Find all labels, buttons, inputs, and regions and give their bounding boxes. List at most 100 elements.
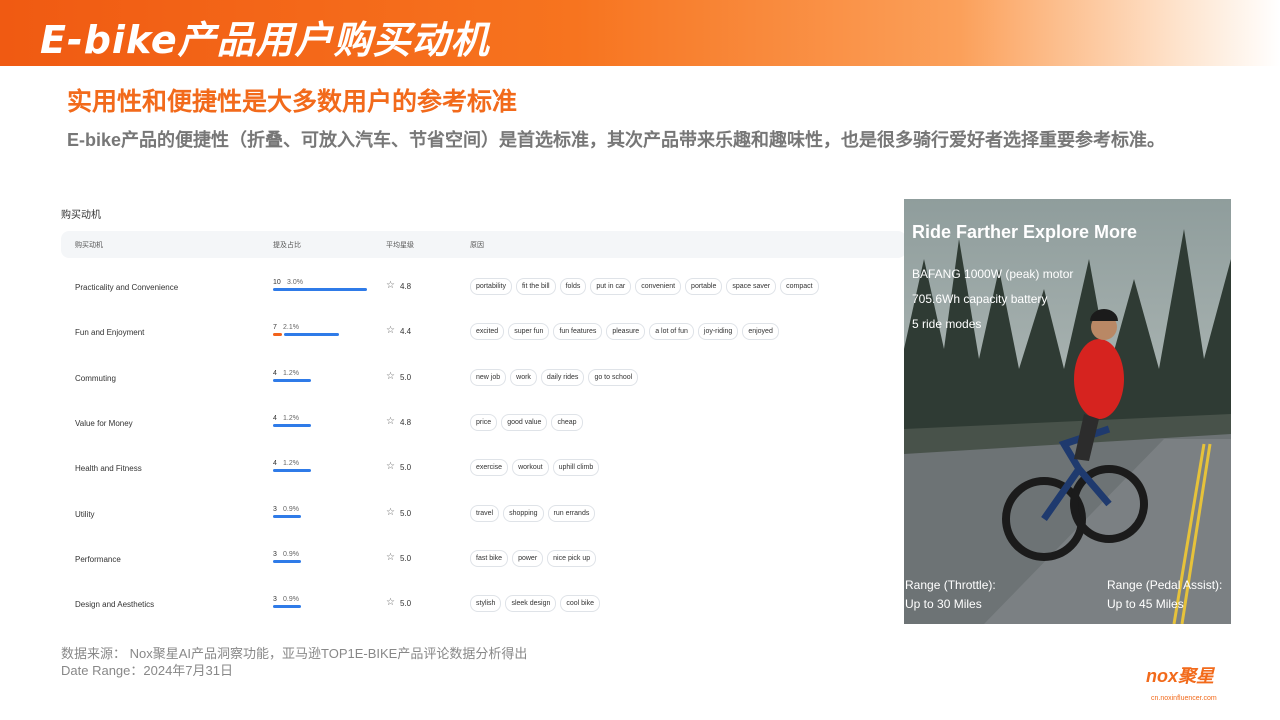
reason-tag[interactable]: space saver: [726, 278, 777, 295]
headline: 实用性和便捷性是大多数用户的参考标准: [67, 88, 518, 116]
reason-tag[interactable]: super fun: [508, 323, 550, 341]
motive-name: Health and Fitness: [75, 464, 142, 474]
reason-tag[interactable]: fit the bill: [515, 278, 556, 295]
reason-tag[interactable]: put in car: [590, 278, 632, 295]
reason-tag[interactable]: portability: [470, 278, 512, 295]
average-rating: 5.0: [400, 508, 412, 518]
average-rating: 4.8: [400, 417, 412, 427]
reason-tag[interactable]: exercise: [470, 459, 509, 477]
reason-tag[interactable]: excited: [470, 323, 505, 341]
table-row[interactable]: Design and Aesthetics 3 0.9% ☆ 5.0 stylish sle…: [61, 580, 906, 625]
motive-name: Fun and Enjoyment: [75, 328, 145, 338]
reason-tag[interactable]: workout: [512, 459, 549, 477]
column-header-rating: 平均星级: [386, 242, 414, 249]
ebike-rider-illustration: [904, 199, 1231, 624]
share-bar: [273, 469, 311, 473]
reason-tag[interactable]: pleasure: [606, 323, 646, 341]
reason-tag[interactable]: cool bike: [560, 595, 601, 613]
star-icon: ☆: [386, 506, 395, 518]
mention-count: 3: [273, 550, 277, 558]
reason-tag[interactable]: shopping: [503, 504, 544, 522]
motive-name: Design and Aesthetics: [75, 600, 155, 610]
mention-percent: 2.1%: [283, 324, 299, 332]
mention-percent: 1.2%: [283, 460, 299, 468]
reason-tag[interactable]: work: [510, 368, 537, 386]
share-bar: [273, 605, 301, 609]
reason-tag[interactable]: portable: [685, 278, 723, 295]
table-row[interactable]: Commuting 4 1.2% ☆ 5.0 new job work daily rides…: [61, 354, 906, 399]
reason-tags: excited super fun fun features pleasure a lo…: [470, 323, 779, 341]
reason-tag[interactable]: a lot of fun: [649, 323, 694, 341]
reason-tags: price good value cheap: [470, 413, 583, 431]
star-icon: ☆: [386, 370, 395, 382]
mention-count: 4: [273, 414, 277, 422]
mention-count: 10: [273, 279, 281, 286]
motive-name: Practicality and Convenience: [75, 283, 179, 292]
share-bar: [273, 559, 301, 563]
reason-tags: exercise workout uphill climb: [470, 459, 600, 477]
mention-count: 3: [273, 596, 277, 604]
star-icon: ☆: [386, 325, 395, 337]
logo-url: cn.noxinfluencer.com: [1151, 695, 1217, 702]
reason-tag[interactable]: folds: [559, 278, 587, 295]
star-icon: ☆: [386, 597, 395, 609]
reason-tag[interactable]: go to school: [588, 368, 639, 386]
reason-tag[interactable]: daily rides: [540, 368, 585, 386]
table-row[interactable]: Utility 3 0.9% ☆ 5.0 travel shopping run errand…: [61, 490, 906, 535]
mention-count: 4: [273, 460, 277, 468]
star-icon: ☆: [386, 280, 395, 291]
share-bar: [273, 288, 367, 291]
reason-tag[interactable]: nice pick up: [547, 549, 597, 567]
reason-tag[interactable]: convenient: [635, 278, 682, 295]
nox-logo: nox聚星 cn.noxinfluencer.com: [1146, 662, 1236, 706]
reason-tag[interactable]: compact: [780, 278, 819, 295]
reason-tag[interactable]: cheap: [551, 413, 583, 431]
section-title: 购买动机: [61, 210, 101, 221]
reason-tag[interactable]: uphill climb: [552, 459, 600, 477]
reason-tag[interactable]: stylish: [470, 595, 502, 613]
reason-tag[interactable]: enjoyed: [742, 323, 779, 341]
average-rating: 5.0: [400, 463, 412, 473]
reason-tags: new job work daily rides go to school: [470, 368, 639, 386]
subline: E-bike产品的便捷性（折叠、可放入汽车、节省空间）是首选标准，其次产品带来乐…: [67, 130, 1166, 150]
reason-tag[interactable]: run errands: [547, 504, 596, 522]
reason-tag[interactable]: new job: [470, 368, 507, 386]
reason-tag[interactable]: travel: [470, 504, 500, 522]
mention-percent: 0.9%: [283, 550, 299, 558]
logo-mark: nox聚星: [1146, 666, 1215, 686]
mention-percent: 1.2%: [283, 369, 299, 377]
motive-name: Performance: [75, 554, 121, 564]
mention-percent: 3.0%: [287, 279, 303, 286]
share-bar: [284, 333, 339, 337]
average-rating: 5.0: [400, 553, 412, 563]
reason-tag[interactable]: fast bike: [470, 549, 509, 567]
reason-tags: portability fit the bill folds put in car co…: [470, 278, 819, 295]
share-bar: [273, 423, 311, 427]
table-row[interactable]: Performance 3 0.9% ☆ 5.0 fast bike power nice p…: [61, 535, 906, 580]
reason-tag[interactable]: good value: [501, 413, 548, 431]
table-row[interactable]: Fun and Enjoyment 7 2.1% ☆ 4.4 excited super f…: [61, 308, 906, 353]
motive-name: Commuting: [75, 373, 116, 383]
range-pedal: Range (Pedal Assist): Up to 45 Miles: [1107, 576, 1222, 614]
share-bar: [273, 514, 301, 518]
table-row[interactable]: Value for Money 4 1.2% ☆ 4.8 price good value c…: [61, 399, 906, 444]
reason-tag[interactable]: sleek design: [505, 595, 557, 613]
reason-tag[interactable]: fun features: [553, 323, 603, 341]
table-row[interactable]: Practicality and Convenience 10 3.0% ☆ 4.8 po…: [61, 263, 906, 308]
reason-tags: stylish sleek design cool bike: [470, 595, 601, 613]
mention-count: 7: [273, 324, 277, 332]
column-header-reasons: 原因: [470, 242, 484, 249]
average-rating: 4.4: [400, 327, 412, 337]
motive-name: Value for Money: [75, 418, 133, 428]
share-bar: [273, 378, 311, 382]
reason-tag[interactable]: price: [470, 413, 498, 431]
average-rating: 5.0: [400, 599, 412, 609]
reason-tag[interactable]: power: [512, 549, 544, 567]
reason-tag[interactable]: joy-riding: [697, 323, 739, 341]
photo-spec-motor: BAFANG 1000W (peak) motor: [912, 267, 1074, 281]
reason-tags: fast bike power nice pick up: [470, 549, 597, 567]
table-row[interactable]: Health and Fitness 4 1.2% ☆ 5.0 exercise worko…: [61, 444, 906, 489]
column-header-share: 提及占比: [273, 242, 301, 249]
average-rating: 5.0: [400, 372, 412, 382]
star-icon: ☆: [386, 551, 395, 563]
